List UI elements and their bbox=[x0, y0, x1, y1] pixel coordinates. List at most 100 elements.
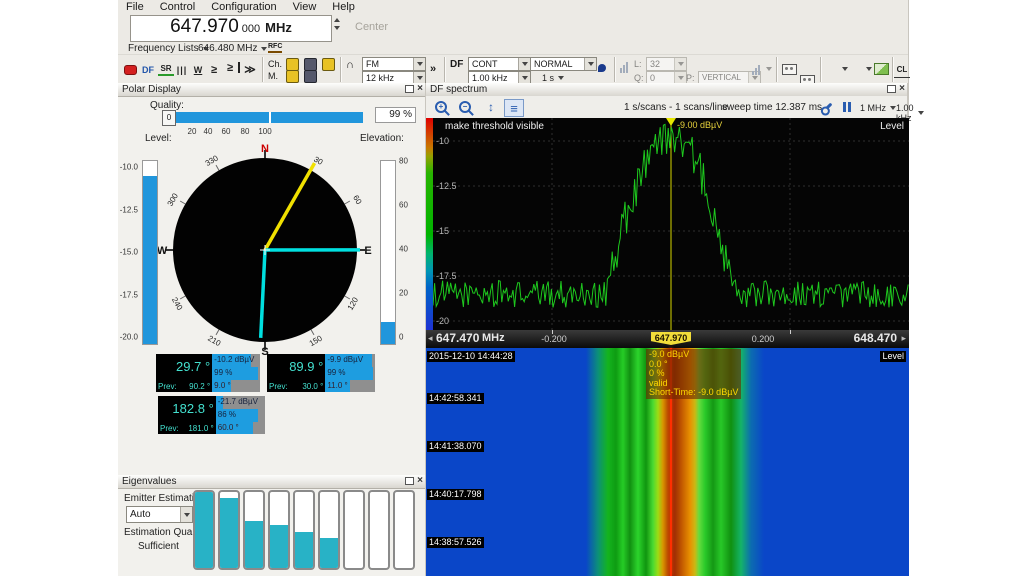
dropdown-icon[interactable] bbox=[584, 58, 596, 70]
level-scale-label: -10.0 bbox=[120, 163, 138, 172]
frequency-stepper[interactable] bbox=[334, 18, 345, 30]
df-display-main: 182.8 °-21.7 dBµV86 % bbox=[158, 396, 265, 422]
threshold-hint-label[interactable]: make threshold visible bbox=[445, 121, 544, 132]
freq-offset-right: 0.200 bbox=[752, 334, 775, 344]
float-panel-icon[interactable] bbox=[405, 85, 414, 93]
channel-label: Ch. bbox=[268, 59, 282, 69]
level-value: -10.2 dBµV bbox=[214, 355, 254, 364]
dropdown-icon[interactable] bbox=[180, 507, 192, 522]
expand-toolbar-icon[interactable]: » bbox=[430, 63, 436, 75]
compass-degree-label: 60 bbox=[351, 194, 364, 207]
eigenvalue-bar bbox=[393, 490, 415, 570]
eigenvalue-bar bbox=[218, 490, 240, 570]
scroll-right-icon[interactable]: ▸ bbox=[901, 333, 906, 344]
step-up-icon[interactable] bbox=[334, 18, 340, 22]
menu-help[interactable]: Help bbox=[324, 0, 363, 13]
df-display-prev: Prev:90.2 °9.0 ° bbox=[156, 380, 260, 392]
level-meter bbox=[142, 160, 158, 345]
channel-squelch-icon[interactable] bbox=[322, 58, 335, 71]
spectrum-panel-title: DF spectrum bbox=[430, 84, 487, 95]
frequency-lists-button[interactable]: Frequency Lists bbox=[128, 43, 209, 54]
continuous-icon[interactable]: ≫ bbox=[242, 62, 258, 77]
spectrum-y-tick-label: -15 bbox=[436, 226, 449, 236]
close-panel-icon[interactable]: × bbox=[899, 84, 905, 94]
freq-start-label: 647.470 bbox=[436, 331, 479, 345]
menu-file[interactable]: File bbox=[118, 0, 152, 13]
zoom-out-icon[interactable]: − bbox=[456, 99, 474, 115]
spectrum-trace bbox=[433, 118, 909, 330]
dropdown-icon bbox=[766, 67, 772, 71]
quality-scale-label: 80 bbox=[241, 127, 250, 136]
pause-icon[interactable] bbox=[838, 99, 856, 115]
elevation-value: 9.0 ° bbox=[214, 381, 231, 390]
settings-wrench-icon[interactable] bbox=[818, 99, 836, 115]
float-panel-icon[interactable] bbox=[405, 477, 414, 485]
polar-panel-titlebar[interactable]: Polar Display × bbox=[118, 83, 425, 97]
histogram-icon[interactable]: ||| bbox=[174, 62, 190, 77]
scan-lines-icon[interactable]: ≡ bbox=[504, 99, 524, 117]
spectrum-y-tick-label: -17.5 bbox=[436, 271, 457, 281]
close-panel-icon[interactable]: × bbox=[417, 84, 423, 94]
quality-scale-label: 60 bbox=[222, 127, 231, 136]
threshold-limit-icon[interactable]: ≥ bbox=[222, 62, 240, 73]
emitter-estimation-select[interactable]: Auto bbox=[126, 506, 193, 523]
dropdown-icon[interactable] bbox=[413, 58, 425, 70]
bearing-list-icon[interactable] bbox=[782, 64, 797, 75]
rfc-icon[interactable]: RFC bbox=[268, 43, 282, 53]
frequency-list-value[interactable]: 646.480 MHz bbox=[198, 43, 267, 54]
quality-bar: 99 % bbox=[212, 367, 260, 380]
q-label: Q: bbox=[634, 73, 644, 83]
sr-icon[interactable]: SR bbox=[158, 62, 174, 76]
menu-view[interactable]: View bbox=[285, 0, 325, 13]
span-select[interactable]: 1 MHz bbox=[860, 103, 896, 113]
zoom-in-icon[interactable]: + bbox=[432, 99, 450, 115]
dropdown-icon bbox=[558, 76, 564, 80]
df-mode-select[interactable]: CONT bbox=[468, 57, 531, 71]
waterfall-timestamp: 14:42:58.341 bbox=[427, 393, 484, 404]
spectrum-y-tick-label: -20 bbox=[436, 316, 449, 326]
level-bar: -10.2 dBµV bbox=[212, 354, 260, 367]
waterfall-icon[interactable]: W bbox=[190, 62, 206, 77]
scroll-left-icon[interactable]: ◂ bbox=[428, 333, 433, 344]
vertical-scale-icon[interactable]: ↕ bbox=[482, 99, 500, 115]
center-frequency-input[interactable]: 647.970 000 MHz bbox=[130, 15, 332, 42]
memory-select-icon[interactable] bbox=[304, 70, 317, 83]
memory-label: M. bbox=[268, 71, 278, 81]
frequency-axis-bar[interactable]: ◂ 647.470 MHz -0.200 647.970 0.200 648.4… bbox=[426, 330, 909, 348]
listen-icon[interactable] bbox=[598, 64, 606, 72]
waterfall-display[interactable]: 2015-12-10 14:44:28 Level -9.0 dBµV0.0 °… bbox=[426, 348, 909, 576]
dropdown-icon[interactable] bbox=[842, 67, 848, 71]
clear-icon[interactable]: CL bbox=[894, 62, 910, 78]
quality-slider[interactable] bbox=[168, 112, 363, 123]
spectrum-plot-area[interactable]: make threshold visible Level -9.00 dBµV … bbox=[426, 118, 909, 330]
azimuth-value: 182.8 ° bbox=[158, 396, 216, 422]
eigenvalue-bar bbox=[343, 490, 365, 570]
df-display: 182.8 °-21.7 dBµV86 %Prev:181.0 °60.0 ° bbox=[158, 396, 265, 434]
menu-control[interactable]: Control bbox=[152, 0, 203, 13]
quality-value: 99 % bbox=[214, 368, 232, 377]
demodulation-select[interactable]: FM bbox=[362, 57, 426, 71]
df-quality-select[interactable]: NORMAL bbox=[530, 57, 597, 71]
prev-azimuth: Prev:181.0 ° bbox=[158, 422, 216, 434]
record-icon[interactable] bbox=[122, 62, 138, 77]
df-time-select[interactable]: 1 s bbox=[542, 73, 564, 83]
eigenvalues-panel-titlebar[interactable]: Eigenvalues × bbox=[118, 475, 425, 489]
elevation-scale-label: 40 bbox=[399, 245, 408, 254]
step-down-icon[interactable] bbox=[334, 26, 340, 30]
memory-audio-icon[interactable] bbox=[286, 70, 299, 83]
dropdown-icon[interactable] bbox=[866, 67, 872, 71]
df-mode-icon[interactable]: DF bbox=[140, 62, 156, 77]
rtt-icon bbox=[752, 63, 761, 75]
screenshot-icon[interactable] bbox=[874, 63, 889, 75]
prev-label: Prev: bbox=[158, 382, 177, 391]
dropdown-icon[interactable] bbox=[518, 58, 530, 70]
float-panel-icon[interactable] bbox=[887, 85, 896, 93]
elevation-meter bbox=[380, 160, 396, 345]
menu-configuration[interactable]: Configuration bbox=[203, 0, 284, 13]
close-panel-icon[interactable]: × bbox=[417, 476, 423, 486]
spectrum-panel-titlebar[interactable]: DF spectrum × bbox=[426, 83, 907, 97]
threshold-icon[interactable]: ≥ bbox=[206, 62, 222, 77]
elevation-value: 11.0 ° bbox=[327, 381, 347, 390]
quality-slider-handle[interactable]: 0 bbox=[162, 110, 176, 126]
frequency-marker-flag[interactable]: 647.970 bbox=[651, 332, 691, 345]
